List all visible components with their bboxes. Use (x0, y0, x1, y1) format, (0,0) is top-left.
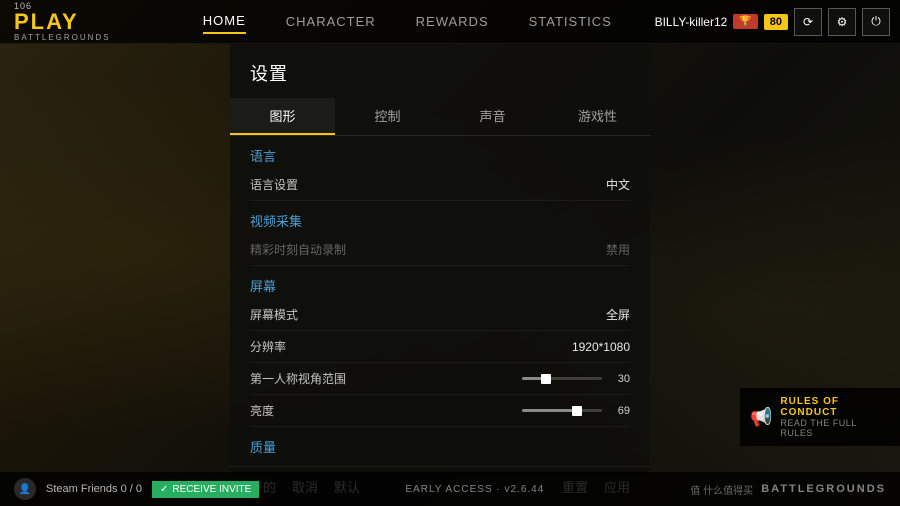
value-resolution: 1920*1080 (550, 340, 630, 354)
label-brightness: 亮度 (250, 402, 490, 419)
brightness-slider-container: 69 (490, 405, 630, 417)
main-nav: HOME CHARACTER REWARDS STATISTICS (160, 9, 655, 34)
tab-graphics[interactable]: 图形 (230, 98, 335, 135)
settings-button[interactable]: ⚙ (828, 8, 856, 36)
label-auto-record: 精彩时刻自动录制 (250, 241, 550, 258)
tab-audio[interactable]: 声音 (440, 98, 545, 135)
value-auto-record: 禁用 (550, 241, 630, 258)
user-badge: 🏆 (733, 14, 757, 29)
rules-title: RULES OF CONDUCT (780, 396, 890, 418)
row-fov: 第一人称视角范围 30 (250, 363, 630, 395)
brightness-slider-thumb (572, 406, 582, 416)
username: BILLY-killer12 (655, 15, 728, 29)
nav-home[interactable]: HOME (203, 9, 246, 34)
section-video: 视频采集 (250, 201, 630, 234)
settings-content: 语言 语言设置 中文 视频采集 精彩时刻自动录制 禁用 屏幕 屏幕模式 全屏 分… (230, 136, 650, 466)
checkmark-icon: ✓ (160, 484, 168, 495)
friend-avatar: 👤 (14, 478, 36, 500)
refresh-button[interactable]: ⟳ (794, 8, 822, 36)
section-quality: 质量 (250, 427, 630, 460)
version-info: EARLY ACCESS · v2.6.44 (405, 484, 544, 495)
value-language: 中文 (550, 176, 630, 193)
bottombar-left: 👤 Steam Friends 0 / 0 ✓ RECEIVE INVITE (14, 478, 259, 500)
receive-invite-label: RECEIVE INVITE (172, 484, 251, 495)
tab-controls[interactable]: 控制 (335, 98, 440, 135)
fov-value: 30 (610, 373, 630, 385)
bottombar: 👤 Steam Friends 0 / 0 ✓ RECEIVE INVITE E… (0, 472, 900, 506)
label-language: 语言设置 (250, 176, 550, 193)
nav-character[interactable]: CHARACTER (286, 10, 376, 33)
logo: 106 PLAY BATTLEGROUNDS (0, 0, 160, 46)
logo-play: PLAY (14, 11, 146, 33)
friends-count: Steam Friends 0 / 0 (46, 483, 142, 495)
settings-panel: 设置 图形 控制 声音 游戏性 语言 语言设置 中文 视频采集 精彩时刻自动录制… (230, 44, 650, 474)
watermark-text: 值 什么值得买 (690, 482, 753, 497)
topbar-right: BILLY-killer12 🏆 80 ⟳ ⚙ ⏻ (655, 8, 900, 36)
label-screen-mode: 屏幕模式 (250, 306, 550, 323)
value-screen-mode: 全屏 (550, 306, 630, 323)
fov-slider-thumb (541, 374, 551, 384)
brightness-slider-fill (522, 409, 577, 412)
nav-statistics[interactable]: STATISTICS (529, 10, 612, 33)
logo-sub: BATTLEGROUNDS (14, 33, 146, 42)
user-level: 80 (764, 14, 788, 30)
label-fov: 第一人称视角范围 (250, 370, 490, 387)
row-brightness: 亮度 69 (250, 395, 630, 427)
settings-title: 设置 (230, 60, 650, 98)
section-screen: 屏幕 (250, 266, 630, 299)
fov-slider-container: 30 (490, 373, 630, 385)
bottombar-right: 值 什么值得买 BATTLEGROUNDS (690, 482, 886, 497)
brightness-value: 69 (610, 405, 630, 417)
nav-rewards[interactable]: REWARDS (416, 10, 489, 33)
logo-prefix: 106 (14, 1, 146, 11)
topbar: 106 PLAY BATTLEGROUNDS HOME CHARACTER RE… (0, 0, 900, 44)
row-language: 语言设置 中文 (250, 169, 630, 201)
section-language: 语言 (250, 136, 630, 169)
row-resolution: 分辨率 1920*1080 (250, 331, 630, 363)
power-button[interactable]: ⏻ (862, 8, 890, 36)
fov-slider-track[interactable] (522, 377, 602, 380)
row-screen-mode: 屏幕模式 全屏 (250, 299, 630, 331)
rules-icon: 📢 (750, 407, 772, 428)
user-info: BILLY-killer12 🏆 80 (655, 14, 788, 30)
rules-subtitle: READ THE FULL RULES (780, 418, 890, 438)
watermark-brand: BATTLEGROUNDS (761, 483, 886, 495)
row-auto-record: 精彩时刻自动录制 禁用 (250, 234, 630, 266)
label-resolution: 分辨率 (250, 338, 550, 355)
receive-invite-button[interactable]: ✓ RECEIVE INVITE (152, 481, 259, 498)
rules-badge[interactable]: 📢 RULES OF CONDUCT READ THE FULL RULES (740, 388, 900, 446)
rules-text: RULES OF CONDUCT READ THE FULL RULES (780, 396, 890, 438)
settings-tabs: 图形 控制 声音 游戏性 (230, 98, 650, 136)
brightness-slider-track[interactable] (522, 409, 602, 412)
tab-gameplay[interactable]: 游戏性 (545, 98, 650, 135)
